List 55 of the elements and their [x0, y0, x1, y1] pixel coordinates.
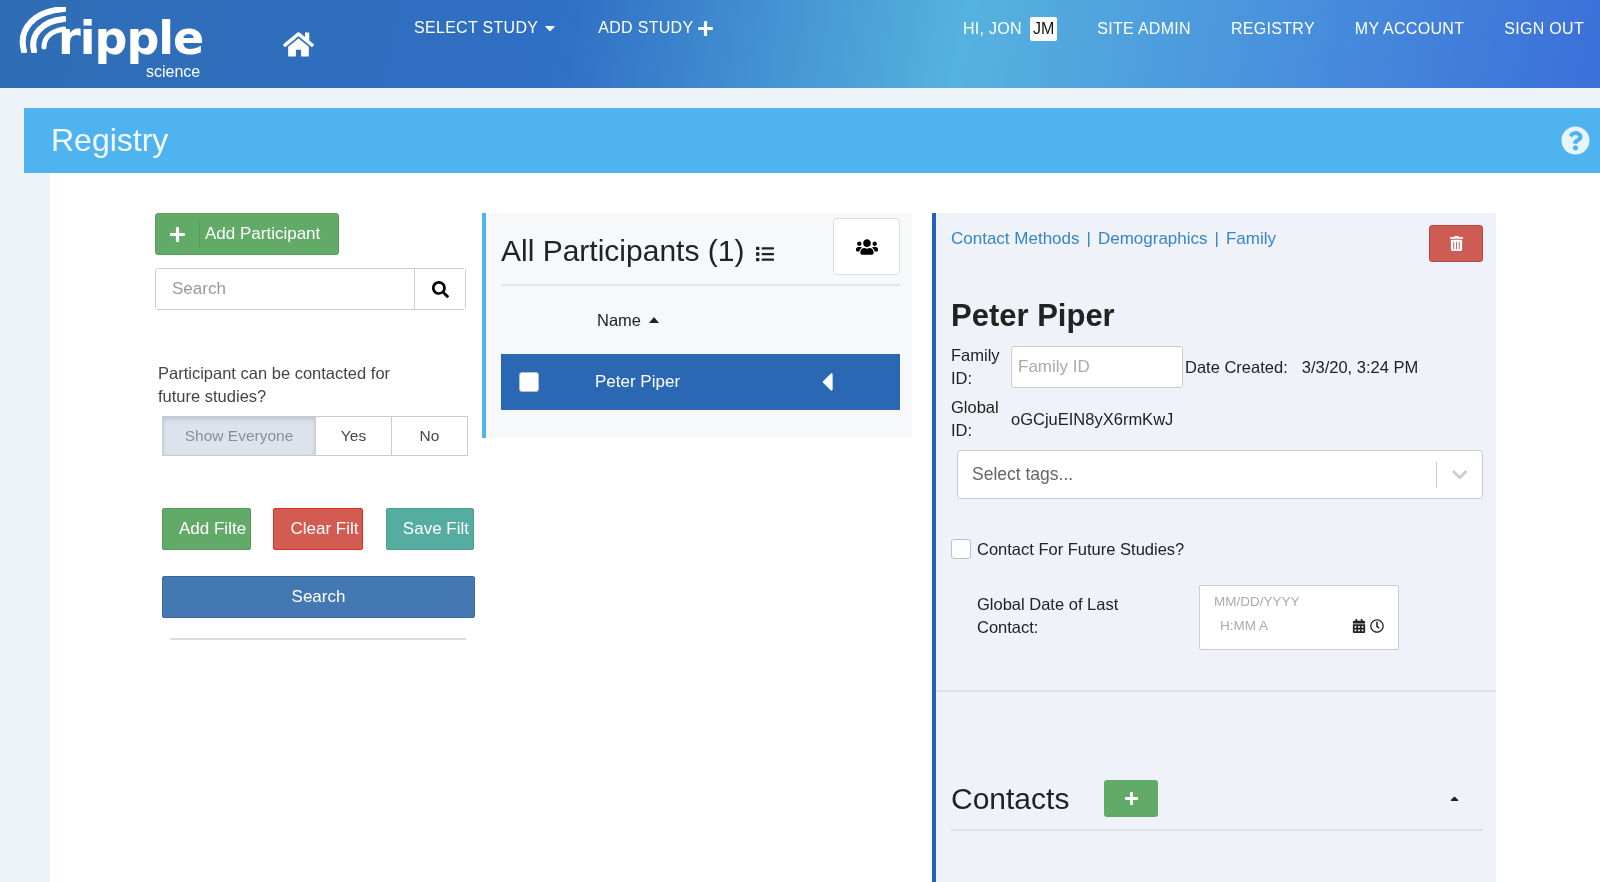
plus-icon — [169, 225, 186, 243]
section-link[interactable]: Demographics — [1097, 229, 1208, 249]
trash-icon — [1448, 236, 1464, 251]
filter-question: Participant can be contacted for future studies? — [158, 363, 392, 407]
sort-caret-icon — [649, 317, 659, 323]
filter-option[interactable]: Show Everyone — [162, 416, 316, 456]
section-link[interactable]: Family — [1225, 229, 1277, 249]
filter-option[interactable]: No — [391, 416, 468, 456]
page-title: Registry — [51, 122, 169, 159]
contact-checkbox[interactable] — [951, 539, 971, 559]
delete-button[interactable] — [1429, 225, 1483, 262]
nav-link[interactable]: ADD STUDY — [598, 19, 715, 37]
name-column-header[interactable]: Name — [597, 310, 659, 330]
contacts-title: Contacts — [951, 781, 1071, 816]
field-label: Date Created: — [1185, 357, 1288, 377]
filter-option[interactable]: Yes — [315, 416, 392, 456]
nav-link[interactable]: SITE ADMIN — [1097, 20, 1191, 38]
panel-title: All Participants (1) — [501, 233, 745, 268]
global-id-value: oGCjuEIN8yX6rmKwJ — [1011, 409, 1175, 429]
clear-filter-button[interactable]: Clear Filt — [273, 508, 364, 550]
checkbox-label: Contact For Future Studies? — [977, 539, 1185, 559]
list-icon[interactable] — [756, 244, 775, 263]
nav-link[interactable]: MY ACCOUNT — [1354, 20, 1465, 38]
link-separator: | — [1214, 229, 1219, 249]
tags-select[interactable]: Select tags... — [957, 450, 1483, 499]
section-link[interactable]: Contact Methods — [951, 229, 1080, 249]
plus-icon — [1123, 791, 1139, 806]
link-separator: | — [1086, 229, 1091, 249]
group-button[interactable] — [833, 218, 900, 275]
row-checkbox[interactable] — [519, 372, 539, 392]
logo-tagline: science — [146, 63, 201, 81]
plus-icon — [697, 19, 715, 37]
calendar-icon[interactable] — [1352, 618, 1366, 633]
date-time-field[interactable]: MM/DD/YYYY H:MM A — [1199, 585, 1399, 650]
add-filter-button[interactable]: Add Filte — [162, 508, 252, 550]
nav-link[interactable]: REGISTRY — [1230, 20, 1315, 38]
clock-icon[interactable] — [1370, 618, 1384, 633]
field-label: Family ID: — [951, 345, 1001, 389]
add-contact-button[interactable] — [1104, 780, 1158, 817]
search-button[interactable]: Search — [162, 576, 475, 618]
search-icon — [431, 280, 449, 298]
participant-row[interactable]: Peter Piper — [501, 354, 900, 410]
nav-link[interactable]: SIGN OUT — [1504, 20, 1584, 38]
add-participant-button[interactable]: Add Participant — [155, 213, 339, 255]
field-label: Global ID: — [951, 397, 1000, 441]
logo-wordmark: ripple — [58, 11, 204, 65]
date-created-value: 3/3/20, 3:24 PM — [1301, 357, 1420, 377]
greeting-text: HI, JON — [962, 20, 1022, 38]
family-id-field[interactable]: Family ID — [1011, 346, 1183, 388]
save-filter-button[interactable]: Save Filt — [385, 508, 474, 550]
search-field[interactable]: Search — [155, 268, 466, 310]
field-label: Global Date of Last Contact: — [977, 594, 1120, 638]
participant-name: Peter Piper — [951, 298, 1116, 334]
nav-link[interactable]: SELECT STUDY — [414, 19, 559, 37]
user-initials-badge[interactable]: JM — [1029, 17, 1058, 41]
